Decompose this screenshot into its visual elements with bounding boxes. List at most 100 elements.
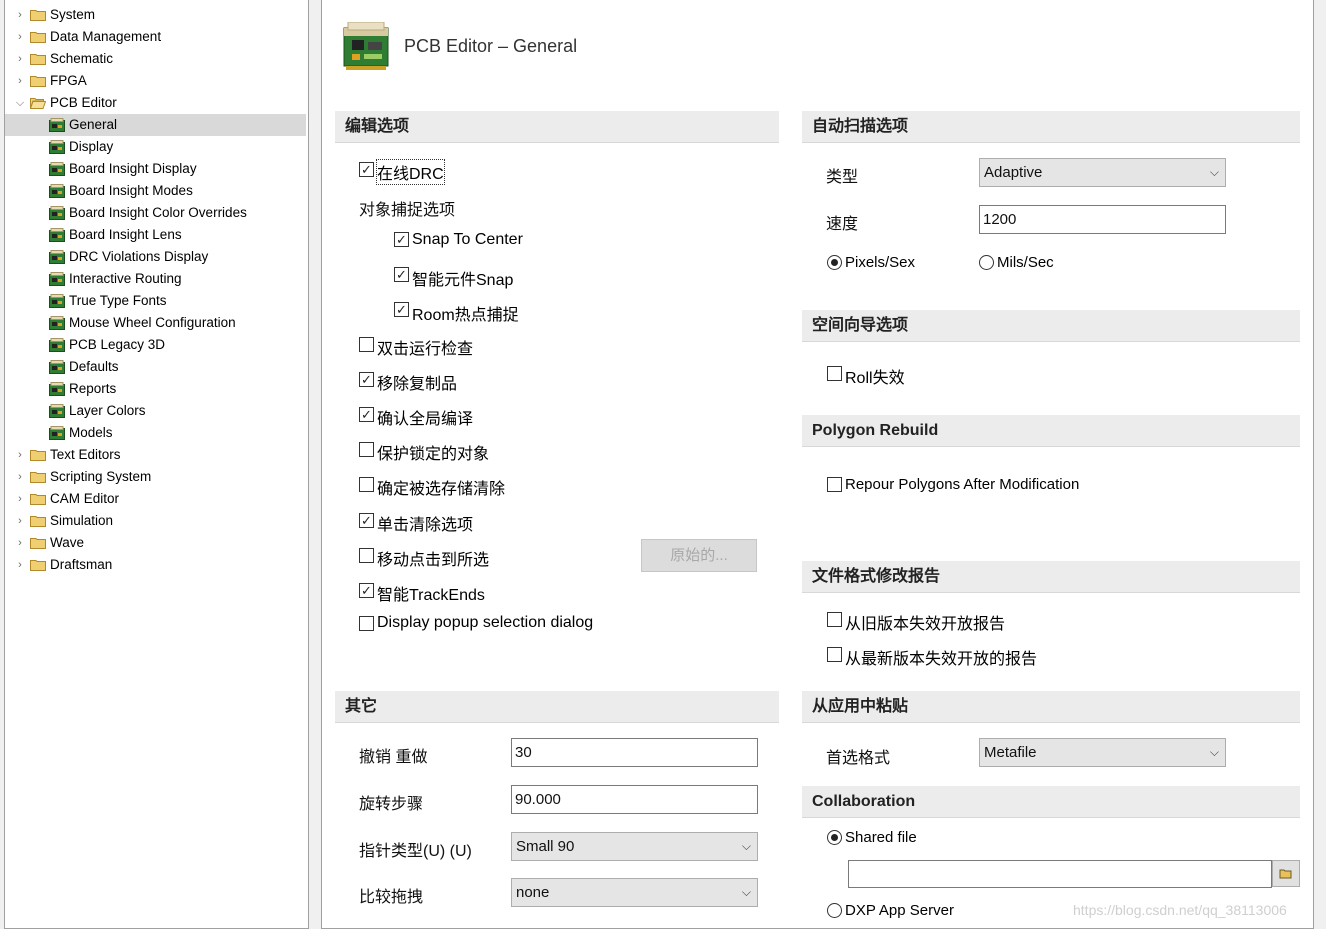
tree-item-display[interactable]: Display bbox=[5, 136, 306, 158]
chevron-down-icon[interactable]: ⌵ bbox=[15, 98, 25, 109]
chevron-right-icon[interactable]: › bbox=[15, 560, 25, 571]
shared-file-path-input[interactable] bbox=[848, 860, 1272, 888]
tree-item-drc-violations-display[interactable]: DRC Violations Display bbox=[5, 246, 306, 268]
tree-item-label: System bbox=[50, 7, 96, 22]
popup-selection-dialog-checkbox[interactable] bbox=[359, 616, 374, 631]
tree-item-cam-editor[interactable]: › CAM Editor bbox=[5, 488, 306, 510]
confirm-selection-clear-checkbox[interactable] bbox=[359, 477, 374, 492]
collaboration-header: Collaboration bbox=[802, 786, 1300, 818]
tree-item-wave[interactable]: › Wave bbox=[5, 532, 306, 554]
snap-to-center-label[interactable]: Snap To Center bbox=[412, 231, 523, 249]
chevron-right-icon[interactable]: › bbox=[15, 516, 25, 527]
tree-item-fpga[interactable]: › FPGA bbox=[5, 70, 306, 92]
chevron-right-icon[interactable]: › bbox=[15, 32, 25, 43]
tree-item-mouse-wheel-configuration[interactable]: Mouse Wheel Configuration bbox=[5, 312, 306, 334]
chevron-right-icon[interactable]: › bbox=[15, 10, 25, 21]
move-click-to-selection-label[interactable]: 移动点击到所选 bbox=[377, 546, 489, 570]
online-drc-checkbox[interactable]: ✓ bbox=[359, 162, 374, 177]
tree-item-board-insight-lens[interactable]: Board Insight Lens bbox=[5, 224, 306, 246]
chevron-right-icon[interactable]: › bbox=[15, 538, 25, 549]
chevron-right-icon[interactable]: › bbox=[15, 76, 25, 87]
autopan-speed-label: 速度 bbox=[826, 216, 859, 233]
pixels-sec-radio[interactable] bbox=[827, 255, 842, 270]
pcb-page-icon bbox=[49, 118, 65, 132]
autopan-speed-input[interactable]: 1200 bbox=[979, 205, 1226, 234]
tree-item-label: Schematic bbox=[50, 51, 114, 66]
remove-duplicates-label[interactable]: 移除复制品 bbox=[377, 370, 457, 394]
click-clears-selection-label[interactable]: 单击清除选项 bbox=[377, 511, 473, 535]
smart-component-snap-checkbox[interactable]: ✓ bbox=[394, 267, 409, 282]
repour-polygons-label[interactable]: Repour Polygons After Modification bbox=[845, 476, 1079, 493]
dxp-app-server-radio[interactable] bbox=[827, 903, 842, 918]
mils-sec-radio[interactable] bbox=[979, 255, 994, 270]
tree-item-data-management[interactable]: › Data Management bbox=[5, 26, 306, 48]
tree-item-simulation[interactable]: › Simulation bbox=[5, 510, 306, 532]
confirm-global-edit-checkbox[interactable]: ✓ bbox=[359, 407, 374, 422]
browse-folder-button[interactable] bbox=[1272, 860, 1300, 887]
repour-polygons-checkbox[interactable] bbox=[827, 477, 842, 492]
smart-trackends-checkbox[interactable]: ✓ bbox=[359, 583, 374, 598]
tree-item-system[interactable]: › System bbox=[5, 4, 306, 26]
remove-duplicates-checkbox[interactable]: ✓ bbox=[359, 372, 374, 387]
tree-item-models[interactable]: Models bbox=[5, 422, 306, 444]
smart-component-snap-label[interactable]: 智能元件Snap bbox=[412, 266, 513, 290]
preferred-format-select[interactable]: Metafile ⌵ bbox=[979, 738, 1226, 767]
preferred-format-label: 首选格式 bbox=[826, 750, 891, 767]
tree-item-label: Interactive Routing bbox=[69, 271, 182, 286]
cursor-type-label: 指针类型(U) (U) bbox=[359, 843, 472, 860]
shared-file-radio[interactable] bbox=[827, 830, 842, 845]
popup-selection-dialog-label[interactable]: Display popup selection dialog bbox=[377, 614, 593, 632]
room-hotspot-snap-label[interactable]: Room热点捕捉 bbox=[412, 301, 519, 325]
chevron-down-icon: ⌵ bbox=[741, 885, 751, 899]
shared-file-label[interactable]: Shared file bbox=[845, 829, 917, 846]
move-click-to-selection-checkbox[interactable] bbox=[359, 548, 374, 563]
old-version-report-label[interactable]: 从旧版本失效开放报告 bbox=[845, 610, 1005, 634]
protect-locked-label[interactable]: 保护锁定的对象 bbox=[377, 440, 489, 464]
tree-item-board-insight-display[interactable]: Board Insight Display bbox=[5, 158, 306, 180]
cursor-type-select[interactable]: Small 90 ⌵ bbox=[511, 832, 758, 861]
double-click-inspector-checkbox[interactable] bbox=[359, 337, 374, 352]
pcb-page-icon bbox=[49, 382, 65, 396]
tree-item-true-type-fonts[interactable]: True Type Fonts bbox=[5, 290, 306, 312]
roll-disable-checkbox[interactable] bbox=[827, 366, 842, 381]
chevron-right-icon[interactable]: › bbox=[15, 472, 25, 483]
double-click-inspector-label[interactable]: 双击运行检查 bbox=[377, 335, 473, 359]
tree-item-general[interactable]: General bbox=[5, 114, 306, 136]
original-button[interactable]: 原始的... bbox=[641, 539, 757, 572]
old-version-report-checkbox[interactable] bbox=[827, 612, 842, 627]
rotation-step-input[interactable]: 90.000 bbox=[511, 785, 758, 814]
chevron-right-icon[interactable]: › bbox=[15, 494, 25, 505]
chevron-right-icon[interactable]: › bbox=[15, 450, 25, 461]
tree-item-text-editors[interactable]: › Text Editors bbox=[5, 444, 306, 466]
tree-item-board-insight-color-overrides[interactable]: Board Insight Color Overrides bbox=[5, 202, 306, 224]
tree-item-pcb-editor[interactable]: ⌵ PCB Editor bbox=[5, 92, 306, 114]
new-version-report-checkbox[interactable] bbox=[827, 647, 842, 662]
confirm-selection-clear-label[interactable]: 确定被选存储清除 bbox=[377, 475, 505, 499]
roll-disable-label[interactable]: Roll失效 bbox=[845, 364, 905, 388]
autopan-type-select[interactable]: Adaptive ⌵ bbox=[979, 158, 1226, 187]
tree-item-interactive-routing[interactable]: Interactive Routing bbox=[5, 268, 306, 290]
tree-item-defaults[interactable]: Defaults bbox=[5, 356, 306, 378]
tree-item-reports[interactable]: Reports bbox=[5, 378, 306, 400]
tree-item-pcb-legacy-3d[interactable]: PCB Legacy 3D bbox=[5, 334, 306, 356]
online-drc-label[interactable]: 在线DRC bbox=[376, 159, 445, 185]
smart-trackends-label[interactable]: 智能TrackEnds bbox=[377, 581, 485, 605]
mils-sec-label[interactable]: Mils/Sec bbox=[997, 254, 1054, 271]
confirm-global-edit-label[interactable]: 确认全局编译 bbox=[377, 405, 473, 429]
new-version-report-label[interactable]: 从最新版本失效开放的报告 bbox=[845, 645, 1037, 669]
protect-locked-checkbox[interactable] bbox=[359, 442, 374, 457]
tree-item-schematic[interactable]: › Schematic bbox=[5, 48, 306, 70]
tree-item-label: FPGA bbox=[50, 73, 87, 88]
tree-item-scripting-system[interactable]: › Scripting System bbox=[5, 466, 306, 488]
tree-item-layer-colors[interactable]: Layer Colors bbox=[5, 400, 306, 422]
comparison-drag-select[interactable]: none ⌵ bbox=[511, 878, 758, 907]
snap-to-center-checkbox[interactable]: ✓ bbox=[394, 232, 409, 247]
pixels-sec-label[interactable]: Pixels/Sex bbox=[845, 254, 915, 271]
room-hotspot-snap-checkbox[interactable]: ✓ bbox=[394, 302, 409, 317]
tree-item-draftsman[interactable]: › Draftsman bbox=[5, 554, 306, 576]
dxp-app-server-label[interactable]: DXP App Server bbox=[845, 902, 954, 919]
chevron-right-icon[interactable]: › bbox=[15, 54, 25, 65]
click-clears-selection-checkbox[interactable]: ✓ bbox=[359, 513, 374, 528]
tree-item-board-insight-modes[interactable]: Board Insight Modes bbox=[5, 180, 306, 202]
undo-redo-input[interactable]: 30 bbox=[511, 738, 758, 767]
